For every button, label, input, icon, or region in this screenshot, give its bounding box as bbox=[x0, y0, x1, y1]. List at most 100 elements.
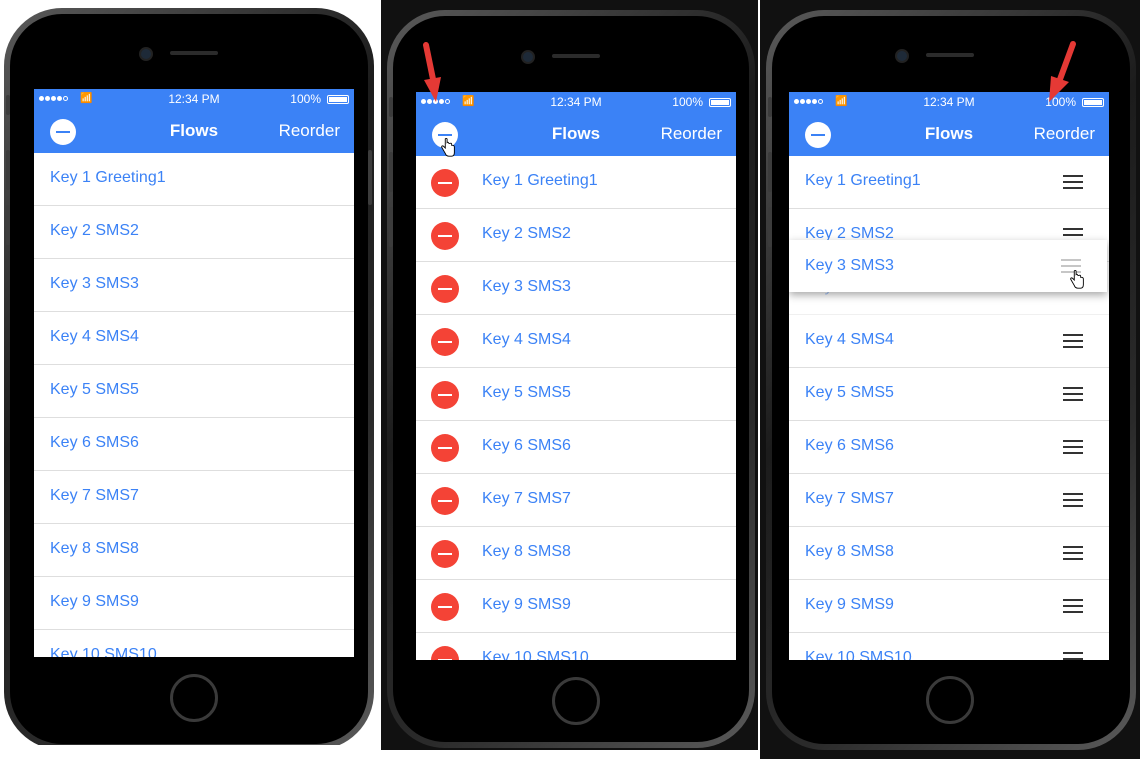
list-item[interactable]: Key 1 Greeting1 bbox=[416, 156, 736, 209]
list-item-label: Key 8 SMS8 bbox=[482, 543, 571, 560]
list-item[interactable]: Key 9 SMS9 bbox=[789, 580, 1109, 633]
list-item-label: Key 5 SMS5 bbox=[805, 384, 894, 401]
list-item-label: Key 7 SMS7 bbox=[482, 490, 571, 507]
phone-screen: 📶 12:34 PM 100% Flows Reorder Key 1 Gree… bbox=[789, 92, 1109, 660]
delete-icon[interactable] bbox=[431, 381, 459, 409]
list-item[interactable]: Key 3 SMS3 bbox=[416, 262, 736, 315]
earpiece-speaker bbox=[552, 54, 600, 58]
list-item[interactable]: Key 8 SMS8 bbox=[789, 527, 1109, 580]
hand-cursor-icon bbox=[441, 138, 455, 157]
front-camera bbox=[139, 47, 153, 61]
reorder-button[interactable]: Reorder bbox=[279, 121, 340, 141]
home-button[interactable] bbox=[926, 676, 974, 724]
list-item-label: Key 8 SMS8 bbox=[805, 543, 894, 560]
list-item-label: Key 2 SMS2 bbox=[50, 222, 139, 239]
mute-switch bbox=[389, 97, 393, 117]
delete-icon[interactable] bbox=[431, 328, 459, 356]
panel-delete-mode: 📶 12:34 PM 100% Flows Reorder Key 1 Gree… bbox=[381, 0, 758, 750]
battery-icon bbox=[327, 95, 349, 104]
reorder-button[interactable]: Reorder bbox=[661, 124, 722, 144]
drag-handle-icon[interactable] bbox=[1063, 652, 1083, 660]
delete-icon[interactable] bbox=[431, 540, 459, 568]
volume-down-button bbox=[768, 207, 772, 247]
drag-handle-icon[interactable] bbox=[1063, 599, 1083, 613]
list-item[interactable]: Key 7 SMS7 bbox=[34, 471, 354, 524]
list-item[interactable]: Key 6 SMS6 bbox=[416, 421, 736, 474]
list-item[interactable]: Key 7 SMS7 bbox=[789, 474, 1109, 527]
list-item-label: Key 5 SMS5 bbox=[50, 381, 139, 398]
home-button[interactable] bbox=[552, 677, 600, 725]
list-item-label: Key 1 Greeting1 bbox=[805, 172, 921, 189]
front-camera bbox=[895, 49, 909, 63]
drag-handle-icon[interactable] bbox=[1063, 334, 1083, 348]
delete-icon[interactable] bbox=[431, 434, 459, 462]
list-item[interactable]: Key 6 SMS6 bbox=[34, 418, 354, 471]
list-item[interactable]: Key 5 SMS5 bbox=[34, 365, 354, 418]
list-item-label: Key 9 SMS9 bbox=[805, 596, 894, 613]
list-item[interactable]: Key 4 SMS4 bbox=[789, 315, 1109, 368]
list-item-label: Key 4 SMS4 bbox=[482, 331, 571, 348]
list-item[interactable]: Key 8 SMS8 bbox=[34, 524, 354, 577]
drag-handle-icon[interactable] bbox=[1063, 175, 1083, 189]
volume-up-button bbox=[768, 152, 772, 192]
dragging-list-item[interactable]: Key 3 SMS3 bbox=[789, 240, 1107, 292]
panel-reorder-mode: 📶 12:34 PM 100% Flows Reorder Key 1 Gree… bbox=[760, 0, 1140, 759]
list-item-label: Key 8 SMS8 bbox=[50, 540, 139, 557]
list-item[interactable]: Key 1 Greeting1 bbox=[789, 156, 1109, 209]
volume-down-button bbox=[6, 205, 10, 245]
battery-icon bbox=[1082, 98, 1104, 107]
list-item[interactable]: Key 10 SMS10 bbox=[789, 633, 1109, 660]
list-item[interactable]: Key 9 SMS9 bbox=[34, 577, 354, 630]
phone-screen: 📶 12:34 PM 100% Flows Reorder Key 1 Gree… bbox=[416, 92, 736, 660]
drag-handle-icon[interactable] bbox=[1063, 387, 1083, 401]
reorder-button[interactable]: Reorder bbox=[1034, 124, 1095, 144]
battery-percent: 100% bbox=[290, 92, 321, 106]
nav-bar: Flows Reorder bbox=[416, 112, 736, 156]
home-button[interactable] bbox=[170, 674, 218, 722]
list-item[interactable]: Key 5 SMS5 bbox=[416, 368, 736, 421]
list-item[interactable]: Key 10 SMS10 bbox=[416, 633, 736, 660]
list-item[interactable]: Key 2 SMS2 bbox=[416, 209, 736, 262]
list-item-label: Key 3 SMS3 bbox=[50, 275, 139, 292]
drag-handle-icon[interactable] bbox=[1063, 440, 1083, 454]
list-item-label: Key 4 SMS4 bbox=[805, 331, 894, 348]
earpiece-speaker bbox=[926, 53, 974, 57]
delete-icon[interactable] bbox=[431, 487, 459, 515]
status-bar: 📶 12:34 PM 100% bbox=[416, 92, 736, 112]
list-item[interactable]: Key 3 SMS3 bbox=[34, 259, 354, 312]
hand-cursor-icon bbox=[1070, 270, 1084, 289]
list-item[interactable]: Key 9 SMS9 bbox=[416, 580, 736, 633]
delete-icon[interactable] bbox=[431, 222, 459, 250]
list-item[interactable]: Key 5 SMS5 bbox=[789, 368, 1109, 421]
list-item-label: Key 3 SMS3 bbox=[482, 278, 571, 295]
list-item-label: Key 10 SMS10 bbox=[805, 649, 912, 660]
nav-bar: Flows Reorder bbox=[789, 112, 1109, 156]
list-item[interactable]: Key 4 SMS4 bbox=[34, 312, 354, 365]
delete-icon[interactable] bbox=[431, 275, 459, 303]
list-item-label: Key 9 SMS9 bbox=[482, 596, 571, 613]
mute-switch bbox=[768, 97, 772, 117]
mute-switch bbox=[6, 95, 10, 115]
delete-icon[interactable] bbox=[431, 169, 459, 197]
list-item-label: Key 7 SMS7 bbox=[50, 487, 139, 504]
list-item[interactable]: Key 2 SMS2 bbox=[34, 206, 354, 259]
flow-list: Key 1 Greeting1 Key 2 SMS2 Key 3 SMS3 Ke… bbox=[789, 156, 1109, 660]
drag-handle-icon[interactable] bbox=[1063, 493, 1083, 507]
volume-up-button bbox=[389, 152, 393, 192]
panel-list-view: 📶 12:34 PM 100% Flows Reorder Key 1 Gree… bbox=[0, 0, 377, 745]
list-item[interactable]: Key 8 SMS8 bbox=[416, 527, 736, 580]
list-item[interactable]: Key 4 SMS4 bbox=[416, 315, 736, 368]
list-item-label: Key 7 SMS7 bbox=[805, 490, 894, 507]
list-item[interactable]: Key 7 SMS7 bbox=[416, 474, 736, 527]
phone-screen: 📶 12:34 PM 100% Flows Reorder Key 1 Gree… bbox=[34, 89, 354, 657]
list-item[interactable]: Key 10 SMS10 bbox=[34, 630, 354, 657]
delete-icon[interactable] bbox=[431, 646, 459, 660]
drag-handle-icon[interactable] bbox=[1063, 546, 1083, 560]
flow-list: Key 1 Greeting1 Key 2 SMS2 Key 3 SMS3 Ke… bbox=[416, 156, 736, 660]
list-item-label: Key 9 SMS9 bbox=[50, 593, 139, 610]
list-item-label: Key 4 SMS4 bbox=[50, 328, 139, 345]
list-item[interactable]: Key 6 SMS6 bbox=[789, 421, 1109, 474]
delete-icon[interactable] bbox=[431, 593, 459, 621]
list-item[interactable]: Key 1 Greeting1 bbox=[34, 153, 354, 206]
battery-percent: 100% bbox=[672, 95, 703, 109]
